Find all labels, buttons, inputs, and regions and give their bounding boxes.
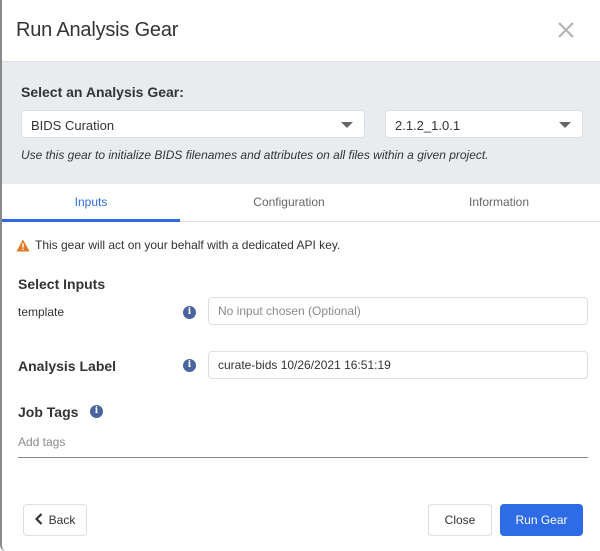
run-analysis-gear-modal: Run Analysis Gear Select an Analysis Gea… xyxy=(0,0,600,551)
close-icon[interactable] xyxy=(555,19,577,41)
tab-bar: Inputs Configuration Information xyxy=(2,184,600,222)
tab-information[interactable]: Information xyxy=(398,184,600,222)
version-select-value: 2.1.2_1.0.1 xyxy=(395,118,461,133)
run-gear-button[interactable]: Run Gear xyxy=(500,504,583,536)
chevron-left-icon xyxy=(34,506,43,536)
tab-inputs[interactable]: Inputs xyxy=(2,184,180,222)
tab-configuration[interactable]: Configuration xyxy=(180,184,398,222)
gear-select-value: BIDS Curation xyxy=(31,118,115,133)
gear-selection-panel: Select an Analysis Gear: BIDS Curation 2… xyxy=(2,62,600,184)
api-key-warning: This gear will act on your behalf with a… xyxy=(16,238,340,252)
analysis-label-heading: Analysis Label xyxy=(18,358,117,374)
warning-icon xyxy=(16,239,30,251)
gear-description: Use this gear to initialize BIDS filenam… xyxy=(21,148,489,162)
caret-down-icon xyxy=(559,122,571,128)
tags-input[interactable]: Add tags xyxy=(18,432,588,458)
gear-selection-heading: Select an Analysis Gear: xyxy=(21,84,184,100)
info-icon[interactable]: i xyxy=(183,359,196,372)
version-select[interactable]: 2.1.2_1.0.1 xyxy=(385,110,583,138)
info-icon[interactable]: i xyxy=(183,306,196,319)
modal-title: Run Analysis Gear xyxy=(16,19,179,41)
info-icon[interactable]: i xyxy=(90,405,103,418)
template-label: template xyxy=(18,305,65,319)
modal-header: Run Analysis Gear xyxy=(2,0,600,62)
caret-down-icon xyxy=(341,122,353,128)
job-tags-heading: Job Tags xyxy=(18,404,79,420)
select-inputs-heading: Select Inputs xyxy=(18,276,106,292)
analysis-label-input[interactable]: curate-bids 10/26/2021 16:51:19 xyxy=(208,351,588,379)
back-button[interactable]: Back xyxy=(23,504,87,536)
template-input[interactable]: No input chosen (Optional) xyxy=(208,297,588,325)
close-button[interactable]: Close xyxy=(428,504,492,536)
warning-text: This gear will act on your behalf with a… xyxy=(35,238,341,252)
back-label: Back xyxy=(48,513,76,527)
gear-select[interactable]: BIDS Curation xyxy=(21,110,365,138)
